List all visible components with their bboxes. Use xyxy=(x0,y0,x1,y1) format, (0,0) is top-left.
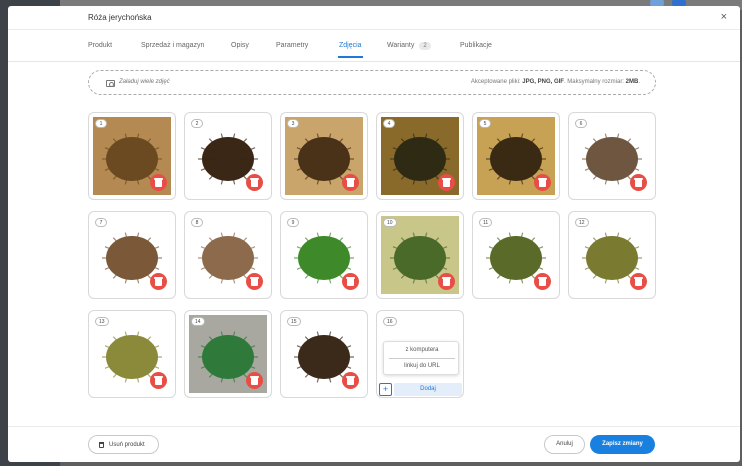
upload-info: Akceptowane pliki: JPG, PNG, GIF. Maksym… xyxy=(471,79,640,85)
image-card[interactable]: 14 xyxy=(184,310,272,398)
cancel-button[interactable]: Anuluj xyxy=(544,435,585,454)
tab-label: Zdjęcia xyxy=(339,42,362,49)
image-card[interactable]: 1 xyxy=(88,112,176,200)
tab-zdjecia[interactable]: Zdjęcia xyxy=(338,42,363,58)
add-image-slot: 16 z komputera linkuj do URL + Dodaj xyxy=(376,310,464,398)
trash-icon xyxy=(99,442,104,448)
tab-label: Opisy xyxy=(231,42,249,49)
delete-image-icon[interactable] xyxy=(246,174,263,191)
add-from-computer-option[interactable]: z komputera xyxy=(384,347,460,353)
upload-info-types: JPG, PNG, GIF xyxy=(522,79,564,85)
delete-image-icon[interactable] xyxy=(342,273,359,290)
image-number-badge: 11 xyxy=(479,218,493,227)
image-number-badge: 2 xyxy=(191,119,203,128)
tab-produkt[interactable]: Produkt xyxy=(88,42,112,49)
tab-label: Parametry xyxy=(276,42,309,49)
tab-publikacje[interactable]: Publikacje xyxy=(460,42,492,49)
image-number-badge: 1 xyxy=(95,119,107,128)
image-card[interactable]: 2 xyxy=(184,112,272,200)
tab-bar: Produkt Sprzedaż i magazyn Opisy Paramet… xyxy=(8,30,740,62)
tab-warianty[interactable]: Warianty 2 xyxy=(387,42,431,50)
image-number-badge: 7 xyxy=(95,218,107,227)
tab-sprzedaz[interactable]: Sprzedaż i magazyn xyxy=(141,42,204,49)
menu-divider xyxy=(389,358,455,359)
upload-label: Załaduj wiele zdjęć xyxy=(119,79,170,85)
delete-image-icon[interactable] xyxy=(150,273,167,290)
delete-image-icon[interactable] xyxy=(150,174,167,191)
tab-parametry[interactable]: Parametry xyxy=(276,42,308,49)
image-number-badge: 10 xyxy=(383,218,397,227)
image-number-badge: 12 xyxy=(575,218,589,227)
upload-dropzone[interactable]: Załaduj wiele zdjęć Akceptowane pliki: J… xyxy=(88,70,656,95)
delete-image-icon[interactable] xyxy=(534,273,551,290)
image-number-badge: 14 xyxy=(191,317,205,326)
image-number-badge: 5 xyxy=(479,119,491,128)
delete-image-icon[interactable] xyxy=(150,372,167,389)
tab-label: Warianty xyxy=(387,42,415,49)
add-image-button[interactable]: Dodaj xyxy=(394,383,462,396)
save-changes-button[interactable]: Zapisz zmiany xyxy=(590,435,655,454)
delete-image-icon[interactable] xyxy=(342,372,359,389)
modal-header: Róża jerychońska × xyxy=(8,6,740,30)
tab-label: Produkt xyxy=(88,42,113,49)
image-number-badge: 15 xyxy=(287,317,301,326)
image-number-badge: 9 xyxy=(287,218,299,227)
modal-title: Róża jerychońska xyxy=(88,13,152,22)
image-card[interactable]: 11 xyxy=(472,211,560,299)
images-icon xyxy=(106,80,115,87)
image-card[interactable]: 5 xyxy=(472,112,560,200)
variant-count-badge: 2 xyxy=(419,42,431,50)
image-grid: 16 z komputera linkuj do URL + Dodaj 123… xyxy=(88,112,663,412)
image-number-badge: 16 xyxy=(383,317,397,326)
product-modal: Róża jerychońska × Produkt Sprzedaż i ma… xyxy=(8,6,740,462)
tab-label: Publikacje xyxy=(460,42,492,49)
upload-info-size: 2MB xyxy=(625,79,639,85)
image-number-badge: 3 xyxy=(287,119,299,128)
delete-image-icon[interactable] xyxy=(246,273,263,290)
image-number-badge: 4 xyxy=(383,119,395,128)
plus-icon[interactable]: + xyxy=(379,383,392,396)
delete-image-icon[interactable] xyxy=(630,174,647,191)
delete-image-icon[interactable] xyxy=(630,273,647,290)
upload-info-mid: . Maksymalny rozmiar: xyxy=(563,79,624,85)
image-number-badge: 8 xyxy=(191,218,203,227)
upload-info-prefix: Akceptowane pliki: xyxy=(470,79,521,85)
delete-image-icon[interactable] xyxy=(342,174,359,191)
image-card[interactable]: 12 xyxy=(568,211,656,299)
image-card[interactable]: 9 xyxy=(280,211,368,299)
image-card[interactable]: 6 xyxy=(568,112,656,200)
image-card[interactable]: 3 xyxy=(280,112,368,200)
image-card[interactable]: 10 xyxy=(376,211,464,299)
image-card[interactable]: 15 xyxy=(280,310,368,398)
delete-image-icon[interactable] xyxy=(438,273,455,290)
image-number-badge: 6 xyxy=(575,119,587,128)
upload-info-suffix: . xyxy=(638,79,640,85)
delete-image-icon[interactable] xyxy=(534,174,551,191)
image-card[interactable]: 4 xyxy=(376,112,464,200)
image-card[interactable]: 7 xyxy=(88,211,176,299)
add-from-url-option[interactable]: linkuj do URL xyxy=(384,363,460,369)
image-card[interactable]: 13 xyxy=(88,310,176,398)
delete-image-icon[interactable] xyxy=(246,372,263,389)
image-number-badge: 13 xyxy=(95,317,109,326)
delete-image-icon[interactable] xyxy=(438,174,455,191)
add-source-menu: z komputera linkuj do URL xyxy=(383,341,459,375)
modal-footer: Usuń produkt Anuluj Zapisz zmiany xyxy=(8,426,740,462)
remove-product-button[interactable]: Usuń produkt xyxy=(88,435,159,454)
remove-product-label: Usuń produkt xyxy=(109,442,145,448)
close-icon[interactable]: × xyxy=(721,11,727,23)
image-card[interactable]: 8 xyxy=(184,211,272,299)
tab-opisy[interactable]: Opisy xyxy=(231,42,249,49)
tab-label: Sprzedaż i magazyn xyxy=(141,42,205,49)
